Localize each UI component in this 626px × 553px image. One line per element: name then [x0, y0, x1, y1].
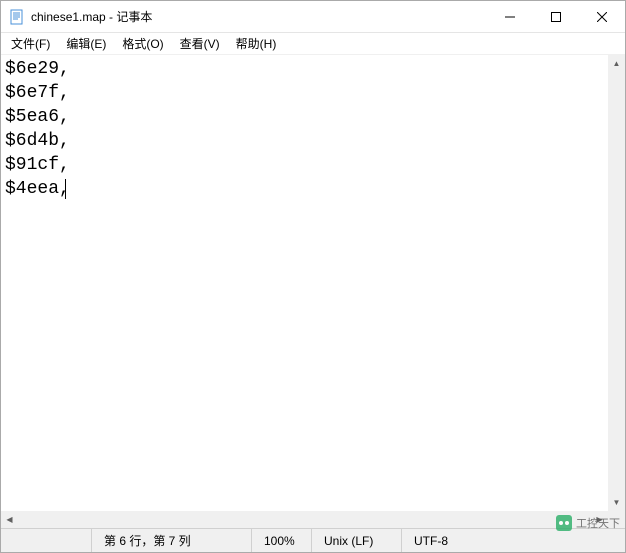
editor-wrap: $6e29, $6e7f, $5ea6, $6d4b, $91cf, $4eea…: [1, 55, 625, 511]
status-zoom: 100%: [251, 529, 311, 552]
menu-format[interactable]: 格式(O): [114, 33, 171, 54]
scroll-right-icon[interactable]: ▶: [591, 511, 608, 528]
titlebar: chinese1.map - 记事本: [1, 1, 625, 33]
status-encoding: UTF-8: [401, 529, 481, 552]
scroll-corner: [608, 511, 625, 528]
app-icon: [9, 9, 25, 25]
status-position: 第 6 行，第 7 列: [91, 529, 251, 552]
menu-help[interactable]: 帮助(H): [228, 33, 285, 54]
minimize-button[interactable]: [487, 1, 533, 32]
menu-file[interactable]: 文件(F): [3, 33, 58, 54]
window-controls: [487, 1, 625, 32]
horizontal-scroll-track[interactable]: [18, 511, 591, 528]
vertical-scroll-track[interactable]: [608, 72, 625, 494]
window-title: chinese1.map - 记事本: [31, 8, 487, 25]
text-editor[interactable]: $6e29, $6e7f, $5ea6, $6d4b, $91cf, $4eea…: [1, 55, 608, 511]
statusbar: 第 6 行，第 7 列 100% Unix (LF) UTF-8: [1, 528, 625, 552]
maximize-button[interactable]: [533, 1, 579, 32]
vertical-scrollbar[interactable]: ▲ ▼: [608, 55, 625, 511]
menubar: 文件(F) 编辑(E) 格式(O) 查看(V) 帮助(H): [1, 33, 625, 55]
scroll-down-icon[interactable]: ▼: [608, 494, 625, 511]
status-lineending: Unix (LF): [311, 529, 401, 552]
close-button[interactable]: [579, 1, 625, 32]
horizontal-scrollbar[interactable]: ◀ ▶: [1, 511, 625, 528]
scroll-up-icon[interactable]: ▲: [608, 55, 625, 72]
menu-view[interactable]: 查看(V): [172, 33, 228, 54]
menu-edit[interactable]: 编辑(E): [58, 33, 114, 54]
scroll-left-icon[interactable]: ◀: [1, 511, 18, 528]
